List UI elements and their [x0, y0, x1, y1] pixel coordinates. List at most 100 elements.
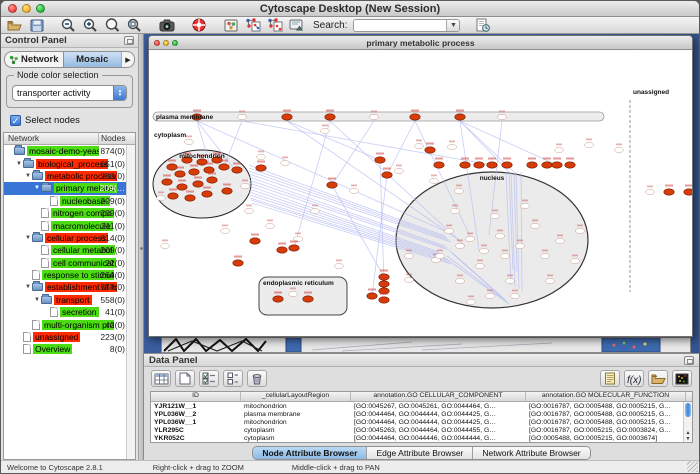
- highlighted-gene-node[interactable]: [325, 114, 335, 120]
- table-cell[interactable]: [GO:0016787, GO:0005488, GO:0005215, G…: [526, 411, 686, 418]
- gene-node[interactable]: [511, 293, 520, 298]
- table-cell[interactable]: [GO:0044464, GO:0044446, GO:0044444, G…: [351, 435, 526, 442]
- gene-node[interactable]: [405, 277, 414, 282]
- expand-arrow-icon[interactable]: ▼: [15, 161, 23, 167]
- tree-row[interactable]: secretion41(0): [4, 306, 135, 318]
- browser-tab[interactable]: Edge Attribute Browser: [367, 447, 473, 459]
- gene-node[interactable]: [480, 248, 489, 253]
- gene-node[interactable]: [456, 243, 465, 248]
- tree-row[interactable]: ▼primary metabo209(…: [4, 182, 135, 194]
- import-network-icon[interactable]: [243, 18, 262, 33]
- expand-arrow-icon[interactable]: ▼: [24, 173, 32, 179]
- attribute-columns-icon[interactable]: [223, 370, 243, 387]
- gene-node[interactable]: [289, 291, 298, 296]
- network-edge[interactable]: [294, 121, 330, 248]
- tree-row[interactable]: ▼metabolic process280(0): [4, 170, 135, 182]
- gene-node[interactable]: [555, 147, 564, 152]
- highlighted-gene-node[interactable]: [168, 193, 178, 199]
- table-cell[interactable]: [GO:0045267, GO:0045261, GO:0044464, G…: [351, 403, 526, 410]
- expand-arrow-icon[interactable]: ▼: [24, 284, 32, 290]
- highlighted-gene-node[interactable]: [527, 162, 537, 168]
- gene-node[interactable]: [451, 208, 460, 213]
- highlighted-gene-node[interactable]: [175, 171, 185, 177]
- table-cell[interactable]: YKR052C: [151, 435, 241, 442]
- gene-node[interactable]: [546, 278, 555, 283]
- table-cell[interactable]: [GO:0016787, GO:0005215, GO:0003824, G…: [526, 427, 686, 434]
- new-attribute-icon[interactable]: [175, 370, 195, 387]
- open-icon[interactable]: [5, 18, 24, 33]
- gene-node[interactable]: [615, 147, 624, 152]
- expand-arrow-icon[interactable]: ▼: [33, 297, 41, 303]
- gene-node[interactable]: [257, 154, 266, 159]
- gene-node[interactable]: [455, 188, 464, 193]
- highlighted-gene-node[interactable]: [185, 195, 195, 201]
- highlighted-gene-node[interactable]: [277, 247, 287, 253]
- gene-node[interactable]: [395, 168, 404, 173]
- zoom-fit-icon[interactable]: [103, 18, 122, 33]
- highlighted-gene-node[interactable]: [502, 162, 512, 168]
- gene-node[interactable]: [456, 278, 465, 283]
- tree-row[interactable]: unassigned223(0): [4, 331, 135, 343]
- table-cell[interactable]: mitochondrion: [241, 419, 351, 426]
- float-panel-icon[interactable]: [124, 36, 134, 45]
- highlighted-gene-node[interactable]: [434, 162, 444, 168]
- table-cell[interactable]: [GO:0016787, GO:0005488, GO:0005215, G…: [526, 403, 686, 410]
- zoom-out-icon[interactable]: [59, 18, 78, 33]
- highlighted-gene-node[interactable]: [474, 162, 484, 168]
- table-cell[interactable]: plasma membrane: [241, 411, 351, 418]
- highlighted-gene-node[interactable]: [664, 189, 674, 195]
- gene-node[interactable]: [466, 236, 475, 241]
- highlighted-gene-node[interactable]: [303, 296, 313, 302]
- scrollbar-thumb[interactable]: [685, 403, 691, 417]
- highlighted-gene-node[interactable]: [177, 184, 187, 190]
- table-cell[interactable]: [GO:0044464, GO:0044444, GO:0044425, G…: [351, 411, 526, 418]
- filter-icon[interactable]: [287, 18, 306, 33]
- tree-row[interactable]: response to stimulu264(0): [4, 269, 135, 281]
- gene-node[interactable]: [266, 223, 275, 228]
- tree-row[interactable]: cellular metabol209(0): [4, 244, 135, 256]
- tree-row[interactable]: cell communicat22(0): [4, 257, 135, 269]
- tree-row[interactable]: nitrogen compo209(0): [4, 207, 135, 219]
- gene-node[interactable]: [221, 228, 230, 233]
- gene-node[interactable]: [436, 253, 445, 258]
- highlighted-gene-node[interactable]: [327, 182, 337, 188]
- highlighted-gene-node[interactable]: [460, 162, 470, 168]
- gene-node[interactable]: [491, 213, 500, 218]
- table-cell[interactable]: cytoplasm: [241, 427, 351, 434]
- network-edge[interactable]: [387, 121, 415, 175]
- highlighted-gene-node[interactable]: [219, 164, 229, 170]
- zoom-in-icon[interactable]: [81, 18, 100, 33]
- highlighted-gene-node[interactable]: [552, 162, 562, 168]
- highlighted-gene-node[interactable]: [189, 169, 199, 175]
- highlighted-gene-node[interactable]: [487, 162, 497, 168]
- tree-row[interactable]: nucleobase-209(0): [4, 195, 135, 207]
- table-cell[interactable]: [GO:0016787, GO:0005488, GO:0005215, G…: [526, 419, 686, 426]
- gene-node[interactable]: [185, 139, 194, 144]
- gene-node[interactable]: [311, 208, 320, 213]
- highlighted-gene-node[interactable]: [193, 181, 203, 187]
- highlighted-gene-node[interactable]: [222, 188, 232, 194]
- search-input[interactable]: [354, 20, 446, 31]
- tree-row[interactable]: macromolecule311(0): [4, 219, 135, 231]
- gene-node[interactable]: [448, 144, 457, 149]
- highlighted-gene-node[interactable]: [382, 172, 392, 178]
- table-column-header[interactable]: ID: [151, 392, 241, 401]
- gene-node[interactable]: [501, 253, 510, 258]
- expand-arrow-icon[interactable]: ▼: [24, 235, 32, 241]
- table-scrollbar[interactable]: ▲▼: [683, 402, 692, 442]
- gene-node[interactable]: [157, 195, 166, 200]
- highlighted-gene-node[interactable]: [565, 162, 575, 168]
- gene-node[interactable]: [541, 253, 550, 258]
- highlighted-gene-node[interactable]: [410, 114, 420, 120]
- table-cell[interactable]: YJR121W__1: [151, 403, 241, 410]
- resize-grip[interactable]: [687, 461, 698, 472]
- table-cell[interactable]: YPL036W__2: [151, 411, 241, 418]
- highlighted-gene-node[interactable]: [455, 114, 465, 120]
- highlighted-gene-node[interactable]: [250, 238, 260, 244]
- highlighted-gene-node[interactable]: [273, 296, 283, 302]
- network-edge[interactable]: [242, 121, 492, 165]
- gene-node[interactable]: [467, 299, 476, 304]
- highlighted-gene-node[interactable]: [167, 164, 177, 170]
- highlighted-gene-node[interactable]: [375, 157, 385, 163]
- gene-node[interactable]: [335, 263, 344, 268]
